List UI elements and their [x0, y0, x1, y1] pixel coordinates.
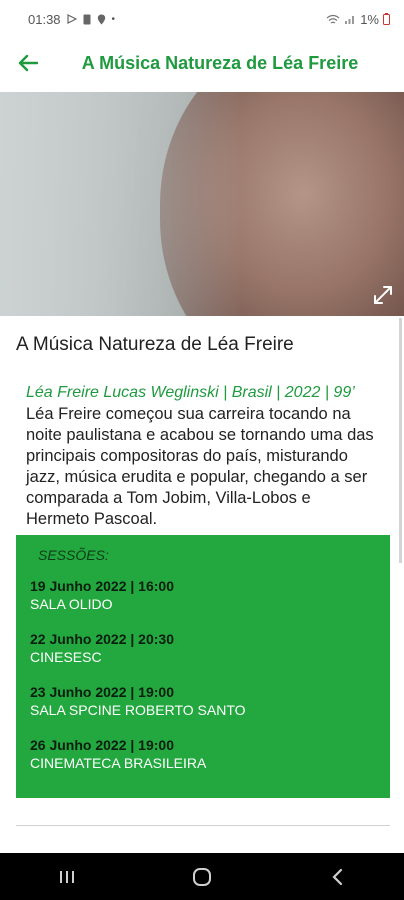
session-item[interactable]: 26 Junho 2022 | 19:00 CINEMATECA BRASILE… [30, 736, 390, 772]
session-venue: SALA SPCINE ROBERTO SANTO [30, 702, 246, 718]
recent-apps-icon [60, 870, 75, 883]
film-title: A Música Natureza de Léa Freire [16, 334, 294, 355]
battery-percent: 1% [360, 11, 379, 27]
system-nav-bar [0, 853, 404, 900]
film-meta: Léa Freire Lucas Weglinski | Brasil | 20… [26, 384, 355, 401]
arrow-left-icon [18, 54, 38, 72]
session-date: 19 Junho 2022 | 16:00 [30, 578, 174, 594]
play-store-icon [66, 14, 77, 24]
sim-icon [83, 14, 91, 24]
back-button[interactable] [14, 49, 42, 77]
session-date: 26 Junho 2022 | 19:00 [30, 737, 174, 753]
film-poster-image [0, 92, 404, 316]
session-item[interactable]: 22 Junho 2022 | 20:30 CINESESC [30, 630, 390, 666]
sessions-panel: SESSÕES: 19 Junho 2022 | 16:00 SALA OLID… [16, 535, 390, 798]
session-venue: SALA OLIDO [30, 596, 113, 612]
battery-icon [383, 13, 390, 25]
divider [16, 825, 390, 826]
location-icon [97, 14, 105, 24]
page-title: A Música Natureza de Léa Freire [81, 52, 359, 73]
home-icon [192, 867, 211, 886]
system-back-button[interactable] [307, 857, 367, 897]
session-item[interactable]: 19 Junho 2022 | 16:00 SALA OLIDO [30, 577, 390, 613]
scrollbar[interactable] [399, 318, 402, 563]
session-item[interactable]: 23 Junho 2022 | 19:00 SALA SPCINE ROBERT… [30, 683, 390, 719]
home-button[interactable] [172, 857, 232, 897]
expand-fullscreen-icon[interactable] [372, 284, 394, 306]
status-left: 01:38 • [28, 12, 115, 27]
sessions-header: SESSÕES: [38, 547, 109, 563]
session-venue: CINESESC [30, 649, 102, 665]
status-bar: 01:38 • 1% [0, 0, 404, 38]
session-venue: CINEMATECA BRASILEIRA [30, 755, 207, 771]
background-haze [0, 92, 404, 316]
status-time: 01:38 [28, 11, 61, 27]
notification-dot-icon: • [111, 13, 116, 25]
signal-icon [345, 15, 355, 24]
wifi-icon [326, 14, 340, 24]
chevron-left-icon [332, 868, 342, 885]
session-date: 22 Junho 2022 | 20:30 [30, 631, 174, 647]
film-synopsis: Léa Freire começou sua carreira tocando … [26, 405, 374, 528]
session-date: 23 Junho 2022 | 19:00 [30, 684, 174, 700]
app-bar: A Música Natureza de Léa Freire [0, 38, 404, 88]
recent-apps-button[interactable] [37, 857, 97, 897]
status-right: 1% [326, 12, 390, 27]
